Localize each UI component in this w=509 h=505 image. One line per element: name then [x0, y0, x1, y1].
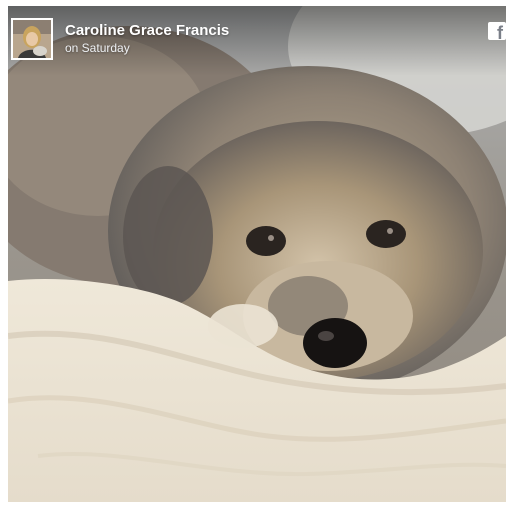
- facebook-icon[interactable]: f: [488, 22, 506, 43]
- facebook-f-glyph: f: [497, 23, 503, 43]
- social-post-card: Caroline Grace Francis on Saturday f: [0, 0, 509, 505]
- profile-avatar-icon: [13, 20, 51, 58]
- post-photo[interactable]: Caroline Grace Francis on Saturday f: [8, 6, 506, 502]
- dog-photo-image: [8, 6, 506, 502]
- author-name[interactable]: Caroline Grace Francis: [65, 22, 229, 39]
- post-timestamp[interactable]: on Saturday: [65, 41, 130, 55]
- author-avatar[interactable]: [11, 18, 53, 60]
